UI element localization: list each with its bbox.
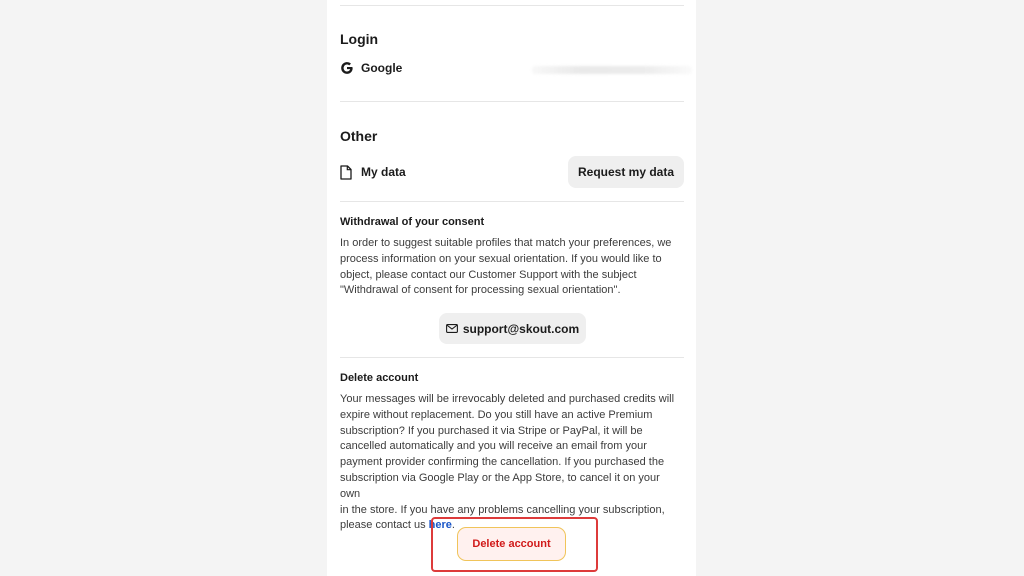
login-section-title: Login (340, 31, 379, 47)
consent-heading: Withdrawal of your consent (340, 216, 485, 228)
other-section-title: Other (340, 128, 378, 144)
delete-text-line: subscription? If you purchased it via St… (340, 424, 643, 437)
delete-account-text: Your messages will be irrevocably delete… (340, 392, 680, 534)
document-icon (340, 165, 352, 180)
delete-text-line: cancelled automatically and you will rec… (340, 440, 647, 453)
delete-text-line: expire without replacement. Do you still… (340, 408, 653, 421)
request-my-data-button[interactable]: Request my data (568, 156, 684, 188)
delete-text-line: subscription via Google Play or the App … (340, 471, 660, 500)
divider (340, 357, 684, 358)
delete-text-line: in the store. If you have any problems c… (340, 503, 665, 516)
support-email-label: support@skout.com (462, 321, 580, 336)
delete-account-heading: Delete account (340, 372, 419, 384)
consent-text-line: process information on your sexual orien… (340, 252, 662, 265)
consent-text-line: "Withdrawal of consent for processing se… (340, 284, 621, 297)
consent-text-line: In order to suggest suitable profiles th… (340, 237, 672, 249)
delete-text-line: payment provider confirming the cancella… (340, 456, 665, 469)
delete-account-button[interactable]: Delete account (457, 527, 566, 561)
consent-text: In order to suggest suitable profiles th… (340, 236, 680, 299)
divider (340, 201, 684, 202)
google-g-icon (341, 62, 353, 74)
delete-text-line: Your messages will be irrevocably delete… (340, 393, 675, 405)
google-provider-label: Google (361, 61, 403, 75)
divider (340, 5, 684, 6)
consent-text-line: object, please contact our Customer Supp… (340, 268, 637, 281)
my-data-label: My data (361, 165, 406, 179)
divider (340, 101, 684, 102)
envelope-icon (445, 324, 458, 333)
delete-text-prefix: please contact us (340, 519, 429, 532)
support-email-button[interactable]: support@skout.com (439, 313, 586, 344)
settings-panel: Login Google Other My data Request my da… (327, 0, 696, 576)
account-email-redacted (532, 66, 692, 74)
